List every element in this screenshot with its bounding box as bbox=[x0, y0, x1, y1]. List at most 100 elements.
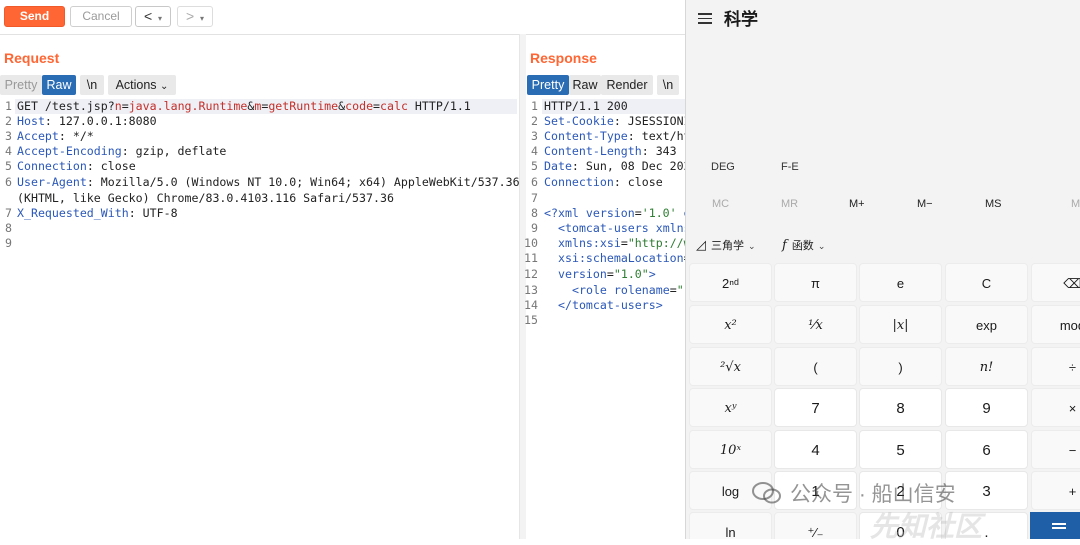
line-number: 2 bbox=[531, 114, 538, 128]
digit-5-button[interactable]: 5 bbox=[859, 430, 942, 469]
digit-4-button[interactable]: 4 bbox=[774, 430, 857, 469]
line-number: 7 bbox=[531, 191, 538, 205]
header-user-agent-wrap: (KHTML, like Gecko) Chrome/83.0.4103.116… bbox=[17, 191, 394, 205]
absolute-button[interactable]: |x| bbox=[859, 305, 942, 344]
menu-icon[interactable] bbox=[698, 10, 712, 27]
header-user-agent: User-Agent: Mozilla/5.0 (Windows NT 10.0… bbox=[17, 175, 520, 189]
tab-newline[interactable]: \n bbox=[657, 75, 679, 95]
negate-button[interactable]: ⁺⁄₋ bbox=[774, 512, 857, 539]
line-number: 6 bbox=[531, 175, 538, 189]
calculator-window: 科学 DEG F-E MC MR M+ M− MS M ◿ 三角学 ⌄ f 函数 ⌄ 2… bbox=[685, 0, 1080, 539]
equals-button[interactable] bbox=[1030, 512, 1080, 539]
e-button[interactable]: e bbox=[859, 263, 942, 302]
chevron-down-icon: ⌄ bbox=[160, 81, 169, 92]
ln-button[interactable]: ln bbox=[689, 512, 772, 539]
line-number: 6 bbox=[5, 175, 12, 189]
header-date: Date: Sun, 08 Dec 202 bbox=[544, 159, 685, 173]
line-number: 4 bbox=[531, 144, 538, 158]
back-icon: < bbox=[143, 8, 153, 24]
angle-mode-button[interactable]: DEG bbox=[711, 161, 735, 173]
factorial-button[interactable]: n! bbox=[945, 347, 1028, 386]
memory-subtract-button[interactable]: M− bbox=[917, 198, 933, 210]
actions-label: Actions bbox=[115, 78, 157, 92]
line-number: 11 bbox=[524, 251, 538, 265]
line-number: 9 bbox=[531, 221, 538, 235]
add-button[interactable]: + bbox=[1031, 471, 1080, 510]
actions-menu[interactable]: Actions ⌄ bbox=[108, 75, 176, 95]
divide-button[interactable]: ÷ bbox=[1031, 347, 1080, 386]
multiply-button[interactable]: × bbox=[1031, 388, 1080, 427]
response-editor[interactable]: 1 2 3 4 5 6 7 8 9 10 11 12 13 14 15 HTTP… bbox=[524, 99, 685, 539]
header-x-requested-with: X_Requested_With: UTF-8 bbox=[17, 206, 178, 220]
xml-attr-version: version="1.0"> bbox=[558, 267, 656, 281]
open-paren-button[interactable]: ( bbox=[774, 347, 857, 386]
line-number: 12 bbox=[524, 267, 538, 281]
forward-icon: > bbox=[185, 8, 195, 24]
xml-attr-schema-location: xsi:schemaLocation= bbox=[558, 251, 685, 265]
power-button[interactable]: xʸ bbox=[689, 388, 772, 427]
mod-button[interactable]: mod bbox=[1031, 305, 1080, 344]
tab-render[interactable]: Render bbox=[601, 75, 653, 95]
tab-raw[interactable]: Raw bbox=[569, 75, 601, 95]
wechat-icon bbox=[752, 482, 781, 504]
line-number: 15 bbox=[524, 313, 538, 327]
memory-store-button[interactable]: MS bbox=[985, 198, 1002, 210]
line-number: 13 bbox=[524, 283, 538, 297]
notation-button[interactable]: F-E bbox=[781, 161, 799, 173]
second-button[interactable]: 2ⁿᵈ bbox=[689, 263, 772, 302]
xml-declaration: <?xml version='1.0' e bbox=[544, 206, 685, 220]
pi-button[interactable]: π bbox=[774, 263, 857, 302]
tab-raw[interactable]: Raw bbox=[42, 75, 76, 95]
send-button[interactable]: Send bbox=[4, 6, 65, 27]
exp-button[interactable]: exp bbox=[945, 305, 1028, 344]
status-line: HTTP/1.1 200 bbox=[544, 99, 628, 113]
digit-8-button[interactable]: 8 bbox=[859, 388, 942, 427]
tab-newline[interactable]: \n bbox=[80, 75, 104, 95]
reciprocal-button[interactable]: ¹⁄x bbox=[774, 305, 857, 344]
header-accept: Accept: */* bbox=[17, 129, 94, 143]
tab-pretty[interactable]: Pretty bbox=[527, 75, 569, 95]
header-connection: Connection: close bbox=[17, 159, 136, 173]
line-number: 7 bbox=[5, 206, 12, 220]
line-number: 4 bbox=[5, 144, 12, 158]
cancel-button[interactable]: Cancel bbox=[70, 6, 132, 27]
line-number: 3 bbox=[531, 129, 538, 143]
line-number: 10 bbox=[524, 236, 538, 250]
ten-power-button[interactable]: 10ˣ bbox=[689, 430, 772, 469]
triangle-icon: ◿ bbox=[696, 237, 706, 252]
back-dropdown-icon[interactable]: ▾ bbox=[158, 14, 162, 23]
function-icon: f bbox=[782, 238, 787, 253]
memory-add-button[interactable]: M+ bbox=[849, 198, 865, 210]
forward-button[interactable]: > ▾ bbox=[177, 6, 213, 27]
backspace-button[interactable]: ⌫ bbox=[1031, 263, 1080, 302]
close-paren-button[interactable]: ) bbox=[859, 347, 942, 386]
square-button[interactable]: x² bbox=[689, 305, 772, 344]
function-menu[interactable]: f 函数 ⌄ bbox=[782, 237, 825, 253]
header-connection: Connection: close bbox=[544, 175, 663, 189]
line-number: 3 bbox=[5, 129, 12, 143]
calculator-mode-title: 科学 bbox=[724, 10, 758, 29]
chevron-down-icon: ⌄ bbox=[748, 241, 756, 251]
memory-recall-button[interactable]: MR bbox=[781, 198, 798, 210]
memory-list-icon[interactable]: M bbox=[1071, 198, 1080, 210]
response-title: Response bbox=[530, 50, 597, 66]
square-root-button[interactable]: ²√x bbox=[689, 347, 772, 386]
clear-button[interactable]: C bbox=[945, 263, 1028, 302]
subtract-button[interactable]: − bbox=[1031, 430, 1080, 469]
memory-clear-button[interactable]: MC bbox=[712, 198, 729, 210]
line-number: 8 bbox=[5, 221, 12, 235]
digit-7-button[interactable]: 7 bbox=[774, 388, 857, 427]
request-editor[interactable]: 1 2 3 4 5 6 7 8 9 GET /test.jsp?n=java.l… bbox=[0, 99, 520, 539]
xml-tomcat-users-open: <tomcat-users xmlns bbox=[558, 221, 685, 235]
digit-6-button[interactable]: 6 bbox=[945, 430, 1028, 469]
request-title: Request bbox=[4, 50, 60, 66]
trigonometry-menu[interactable]: ◿ 三角学 ⌄ bbox=[696, 237, 756, 253]
line-number: 5 bbox=[5, 159, 12, 173]
line-number: 8 bbox=[531, 206, 538, 220]
back-button[interactable]: < ▾ bbox=[135, 6, 171, 27]
tab-pretty[interactable]: Pretty bbox=[0, 75, 42, 95]
forward-dropdown-icon[interactable]: ▾ bbox=[200, 14, 204, 23]
header-content-type: Content-Type: text/ht bbox=[544, 129, 685, 143]
line-number: 1 bbox=[531, 99, 538, 113]
digit-9-button[interactable]: 9 bbox=[945, 388, 1028, 427]
